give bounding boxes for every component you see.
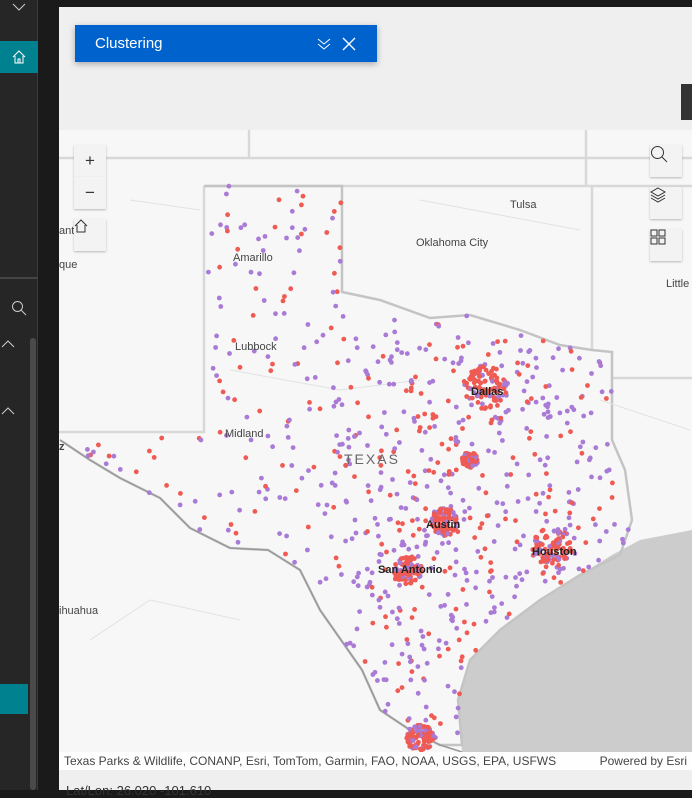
layers-icon [650, 187, 666, 203]
city-label: Lubbock [235, 341, 277, 353]
collapse-icon[interactable] [317, 37, 331, 51]
city-label: Oklahoma City [416, 237, 489, 249]
panel-title: Clustering [95, 35, 163, 52]
city-label: que [59, 259, 78, 271]
city-label: Austin [426, 519, 461, 531]
home-nav-button[interactable] [0, 41, 38, 73]
state-label: TEXAS [344, 451, 400, 467]
city-label: San Antonio [378, 564, 443, 576]
active-nav-item[interactable] [0, 684, 28, 714]
home-icon [74, 219, 88, 233]
city-label: ihuahua [59, 605, 99, 617]
chevron-down-icon[interactable] [0, 0, 38, 14]
close-icon[interactable] [341, 36, 357, 52]
city-label: Midland [225, 428, 264, 440]
city-label: z [59, 441, 65, 453]
home-button[interactable] [74, 219, 106, 251]
city-label: Houston [532, 546, 577, 558]
layer-list-button[interactable] [650, 187, 682, 219]
divider [0, 277, 38, 279]
map-view[interactable]: Amarillo Lubbock Midland Dallas Austin S… [59, 130, 692, 770]
home-icon [12, 50, 26, 64]
search-icon[interactable] [0, 298, 38, 318]
city-label: Dallas [471, 386, 504, 398]
search-button[interactable] [650, 145, 682, 177]
scrollbar[interactable] [30, 338, 36, 790]
powered-by-esri[interactable]: Powered by Esri [600, 754, 687, 768]
basemap-gallery-button[interactable] [650, 229, 682, 261]
attribution-text: Texas Parks & Wildlife, CONANP, Esri, To… [64, 754, 557, 768]
search-icon [651, 146, 668, 163]
basemap-gallery-icon [650, 229, 666, 245]
zoom-out-button[interactable]: − [74, 177, 106, 209]
coordinate-readout: Lat/Lon: 26.020 -101.610 [66, 783, 212, 798]
city-label: Little [666, 278, 690, 290]
chevron-up-icon[interactable] [0, 403, 16, 419]
clustering-panel-header: Clustering [75, 25, 377, 62]
city-label: Tulsa [510, 199, 537, 211]
zoom-in-button[interactable]: + [74, 145, 106, 177]
attribution-bar[interactable]: Texas Parks & Wildlife, CONANP, Esri, To… [59, 752, 692, 770]
side-panel-tab[interactable] [681, 84, 692, 120]
city-label: Amarillo [233, 252, 273, 264]
sidebar [0, 0, 38, 790]
chevron-up-icon[interactable] [0, 336, 16, 352]
